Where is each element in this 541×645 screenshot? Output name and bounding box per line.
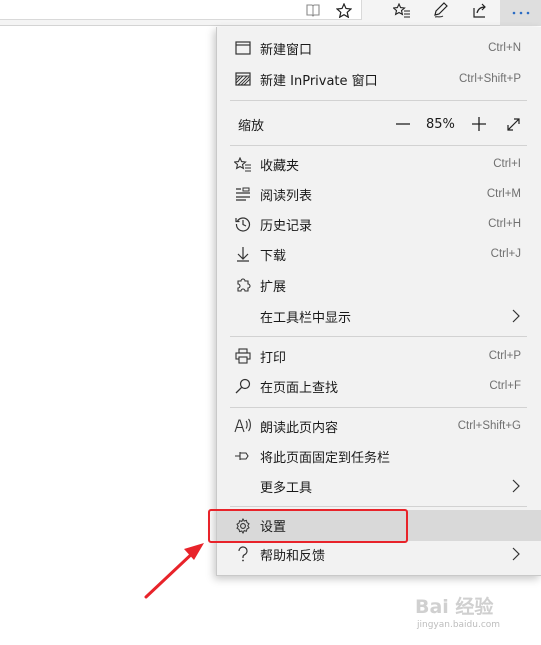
chevron-right-icon <box>511 479 521 493</box>
menu-item-extensions[interactable]: 扩展 <box>217 272 541 298</box>
zoom-level: 85% <box>426 116 455 132</box>
shortcut-text: Ctrl+H <box>488 218 521 230</box>
pen-icon[interactable] <box>432 0 450 20</box>
print-icon <box>234 347 252 365</box>
menu-item-pin-to-taskbar[interactable]: 将此页面固定到任务栏 <box>217 443 541 469</box>
menu-item-new-window[interactable]: 新建窗口 Ctrl+N <box>217 35 541 61</box>
shortcut-text: Ctrl+Shift+P <box>459 73 521 85</box>
new-window-icon <box>234 39 252 57</box>
menu-item-label: 历史记录 <box>260 218 313 234</box>
menu-item-zoom: 缩放 85% <box>217 111 541 137</box>
pin-icon <box>234 447 252 465</box>
shortcut-text: Ctrl+Shift+G <box>457 420 521 432</box>
share-icon[interactable] <box>471 0 489 20</box>
menu-item-label: 新建窗口 <box>260 42 313 58</box>
inprivate-window-icon <box>234 70 252 88</box>
watermark-url: jingyan.baidu.com <box>417 620 501 630</box>
menu-item-label: 新建 InPrivate 窗口 <box>260 73 378 89</box>
watermark-logo-text: Bai 经验 <box>415 596 494 618</box>
extensions-icon <box>234 276 252 294</box>
menu-item-label: 在工具栏中显示 <box>260 310 352 326</box>
favorites-list-icon[interactable] <box>392 0 412 20</box>
menu-item-label: 收藏夹 <box>260 158 300 174</box>
shortcut-text: Ctrl+P <box>488 350 521 362</box>
chevron-right-icon <box>511 309 521 323</box>
shortcut-text: Ctrl+N <box>488 42 521 54</box>
menu-item-label: 朗读此页内容 <box>260 420 339 436</box>
browser-toolbar <box>0 0 541 26</box>
menu-item-label: 下载 <box>260 248 287 264</box>
favorite-star-icon[interactable] <box>335 0 353 20</box>
annotation-arrow-icon <box>144 543 204 599</box>
menu-item-label: 在页面上查找 <box>260 380 339 396</box>
help-icon <box>234 545 252 563</box>
shortcut-text: Ctrl+F <box>489 380 521 392</box>
menu-item-label: 帮助和反馈 <box>260 548 326 564</box>
watermark: Bai 经验 jingyan.baidu.com <box>415 592 535 638</box>
history-icon <box>234 215 252 233</box>
shortcut-text: Ctrl+J <box>490 248 521 260</box>
menu-item-history[interactable]: 历史记录 Ctrl+H <box>217 211 541 237</box>
menu-item-show-in-toolbar[interactable]: 在工具栏中显示 <box>217 303 541 329</box>
shortcut-text: Ctrl+I <box>493 158 521 170</box>
menu-item-label: 更多工具 <box>260 480 313 496</box>
fullscreen-icon[interactable] <box>503 114 523 134</box>
menu-item-read-aloud[interactable]: 朗读此页内容 Ctrl+Shift+G <box>217 413 541 439</box>
download-icon <box>234 245 252 263</box>
chevron-right-icon <box>511 547 521 561</box>
reading-view-icon[interactable] <box>304 0 322 20</box>
menu-item-help-and-feedback[interactable]: 帮助和反馈 <box>217 541 541 567</box>
menu-item-label: 将此页面固定到任务栏 <box>260 450 391 466</box>
more-icon[interactable] <box>500 0 541 26</box>
menu-item-more-tools[interactable]: 更多工具 <box>217 473 541 499</box>
menu-item-label: 缩放 <box>238 118 265 134</box>
menu-item-print[interactable]: 打印 Ctrl+P <box>217 343 541 369</box>
menu-separator <box>230 145 527 146</box>
read-aloud-icon <box>234 417 252 435</box>
menu-item-find-on-page[interactable]: 在页面上查找 Ctrl+F <box>217 373 541 399</box>
zoom-in-button[interactable] <box>469 114 489 134</box>
menu-item-label: 扩展 <box>260 279 287 295</box>
reading-list-icon <box>234 185 252 203</box>
settings-and-more-menu: 新建窗口 Ctrl+N 新建 InPrivate 窗口 Ctrl+Shift+P… <box>216 27 541 576</box>
menu-separator <box>230 100 527 101</box>
shortcut-text: Ctrl+M <box>486 188 521 200</box>
annotation-highlight-box <box>208 509 408 543</box>
favorites-icon <box>234 155 252 173</box>
menu-item-downloads[interactable]: 下载 Ctrl+J <box>217 241 541 267</box>
menu-item-label: 阅读列表 <box>260 188 313 204</box>
menu-separator <box>230 407 527 408</box>
menu-item-favorites[interactable]: 收藏夹 Ctrl+I <box>217 151 541 177</box>
menu-item-new-inprivate-window[interactable]: 新建 InPrivate 窗口 Ctrl+Shift+P <box>217 66 541 92</box>
menu-separator <box>230 506 527 507</box>
zoom-out-button[interactable] <box>393 114 413 134</box>
find-icon <box>234 377 252 395</box>
menu-item-label: 打印 <box>260 350 287 366</box>
menu-item-reading-list[interactable]: 阅读列表 Ctrl+M <box>217 181 541 207</box>
menu-separator <box>230 336 527 337</box>
